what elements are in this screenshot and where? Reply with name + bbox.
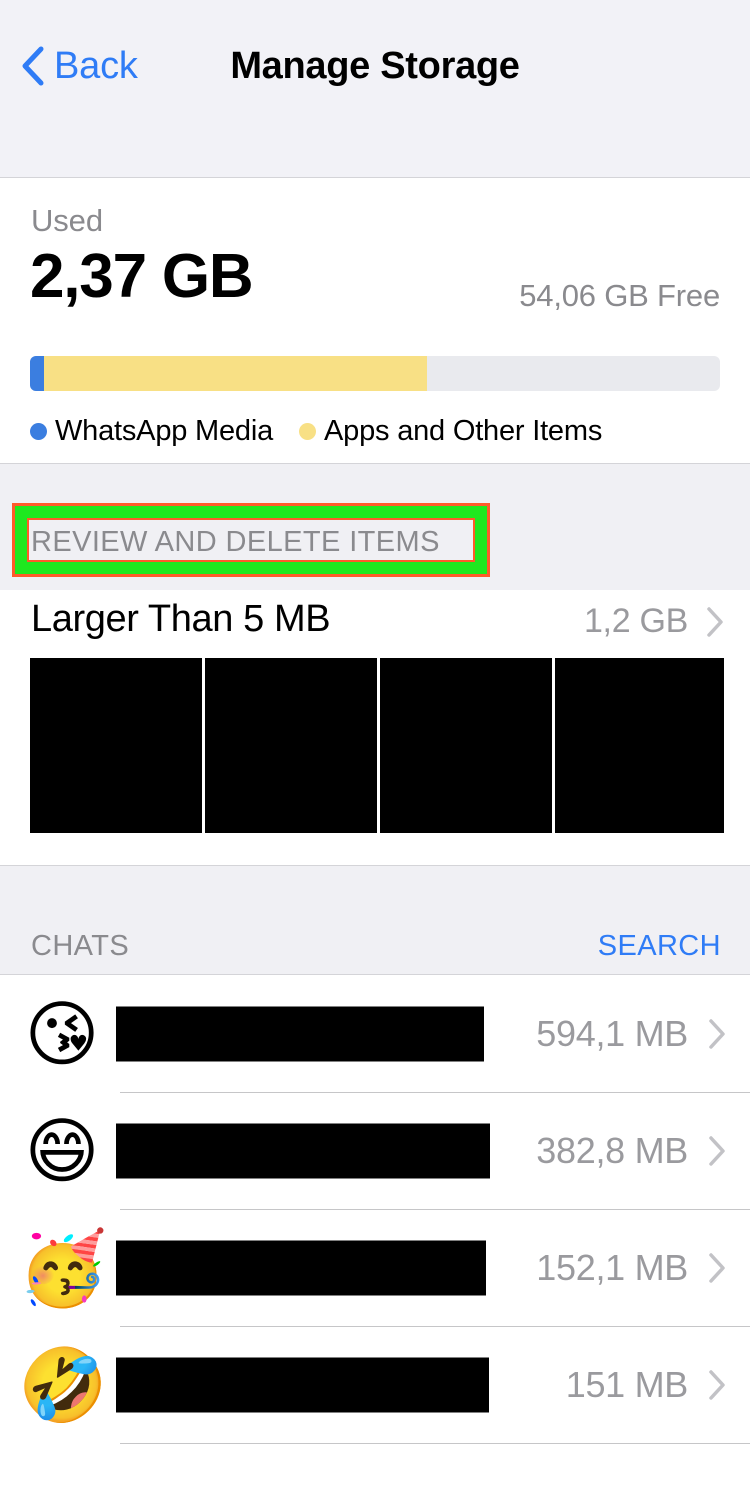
search-button[interactable]: SEARCH	[598, 930, 721, 963]
free-space-value: 54,06 GB Free	[519, 278, 720, 313]
chat-row[interactable]: 😄 382,8 MB	[0, 1092, 750, 1209]
media-thumbnail-strip[interactable]	[30, 658, 724, 833]
chat-row[interactable]: 🥳 152,1 MB	[0, 1209, 750, 1326]
legend-item-1: WhatsApp Media	[30, 415, 273, 448]
chat-name-redacted	[116, 1123, 490, 1178]
chat-list: 😘 594,1 MB 😄 382,8 MB 🥳 152,1 MB 🤣 151 MB	[0, 975, 750, 1444]
storage-summary-card: Used 2,37 GB 54,06 GB Free WhatsApp Medi…	[0, 178, 750, 463]
legend-dot-icon	[299, 422, 317, 440]
chat-size-value: 382,8 MB	[536, 1129, 688, 1171]
chevron-right-icon	[708, 1252, 726, 1284]
navigation-bar: Back Manage Storage	[0, 0, 750, 178]
kissing-heart-emoji: 😘	[24, 991, 100, 1076]
chevron-right-icon	[708, 1018, 726, 1050]
larger-than-title: Larger Than 5 MB	[31, 598, 331, 640]
chat-size-value: 152,1 MB	[536, 1246, 688, 1288]
chevron-right-icon	[708, 1369, 726, 1401]
storage-legend: WhatsApp Media Apps and Other Items	[30, 415, 628, 448]
media-thumbnail-1[interactable]	[30, 658, 202, 833]
legend-dot-icon	[30, 422, 47, 440]
chats-section-band: CHATS SEARCH	[0, 865, 750, 975]
larger-than-row[interactable]: Larger Than 5 MB 1,2 GB	[0, 590, 750, 658]
storage-bar-segment-1	[30, 356, 44, 391]
legend-item-2: Apps and Other Items	[299, 415, 602, 448]
rolling-on-floor-laughing-emoji: 🤣	[18, 1342, 108, 1427]
chat-name-redacted	[116, 1357, 489, 1412]
grinning-smiling-eyes-emoji: 😄	[24, 1108, 100, 1193]
chat-row[interactable]: 🤣 151 MB	[0, 1326, 750, 1443]
chat-size-value: 151 MB	[565, 1363, 689, 1405]
larger-than-size: 1,2 GB	[583, 602, 688, 640]
storage-bar-segment-2	[43, 356, 427, 391]
media-thumbnail-3[interactable]	[380, 658, 552, 833]
legend-label: WhatsApp Media	[55, 414, 274, 447]
chevron-right-icon	[708, 1135, 726, 1167]
used-label: Used	[31, 203, 103, 238]
partying-face-emoji: 🥳	[18, 1225, 108, 1310]
media-thumbnail-4[interactable]	[555, 658, 724, 833]
used-value: 2,37 GB	[30, 242, 254, 311]
chat-row[interactable]: 😘 594,1 MB	[0, 975, 750, 1092]
review-and-delete-items-heading: REVIEW AND DELETE ITEMS	[31, 526, 440, 558]
storage-usage-bar	[30, 356, 720, 391]
chevron-right-icon	[706, 606, 724, 638]
chat-size-value: 594,1 MB	[536, 1012, 688, 1054]
media-thumbnail-2[interactable]	[205, 658, 377, 833]
legend-label: Apps and Other Items	[324, 414, 603, 447]
page-title: Manage Storage	[230, 45, 520, 87]
chats-heading: CHATS	[31, 930, 130, 962]
larger-than-card: Larger Than 5 MB 1,2 GB	[0, 590, 750, 865]
chat-name-redacted	[116, 1240, 486, 1295]
chat-name-redacted	[116, 1006, 484, 1061]
